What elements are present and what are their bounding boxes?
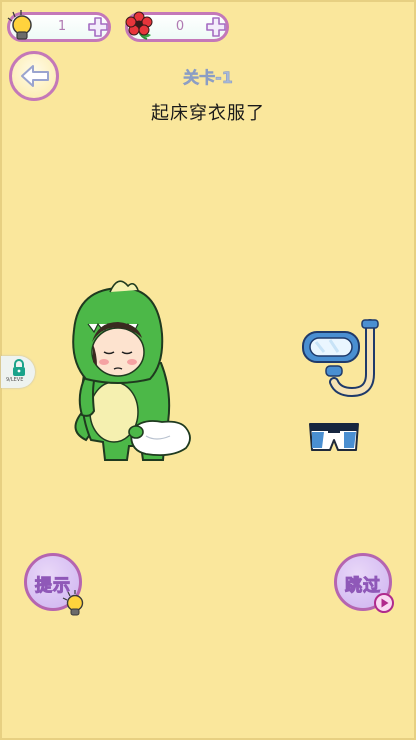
snorkel-mask-item[interactable]	[300, 318, 382, 398]
side-lock-label: 9/LEVE	[6, 377, 24, 383]
flower-counter: 0	[125, 11, 229, 42]
swim-trunks-item[interactable]	[308, 420, 360, 454]
hint-count: 1	[57, 19, 67, 34]
side-lock-tab[interactable]: 9/LEVE	[1, 356, 35, 388]
hint-counter: 1	[7, 10, 111, 42]
skip-button[interactable]: 跳过	[334, 553, 394, 613]
level-task-text: 起床穿衣服了	[151, 103, 265, 124]
video-play-icon	[374, 593, 394, 613]
flower-count: 0	[175, 19, 185, 34]
lightbulb-icon	[7, 10, 32, 40]
hint-button[interactable]: 提示	[24, 553, 84, 616]
dinosaur-pajama-character[interactable]	[66, 270, 196, 470]
lightbulb-icon	[62, 590, 84, 616]
add-flower-plus-icon[interactable]	[204, 16, 228, 38]
add-hint-plus-icon[interactable]	[86, 16, 110, 38]
red-flower-icon	[125, 11, 153, 40]
level-title: 关卡-1	[183, 68, 233, 88]
lock-icon	[13, 359, 25, 376]
